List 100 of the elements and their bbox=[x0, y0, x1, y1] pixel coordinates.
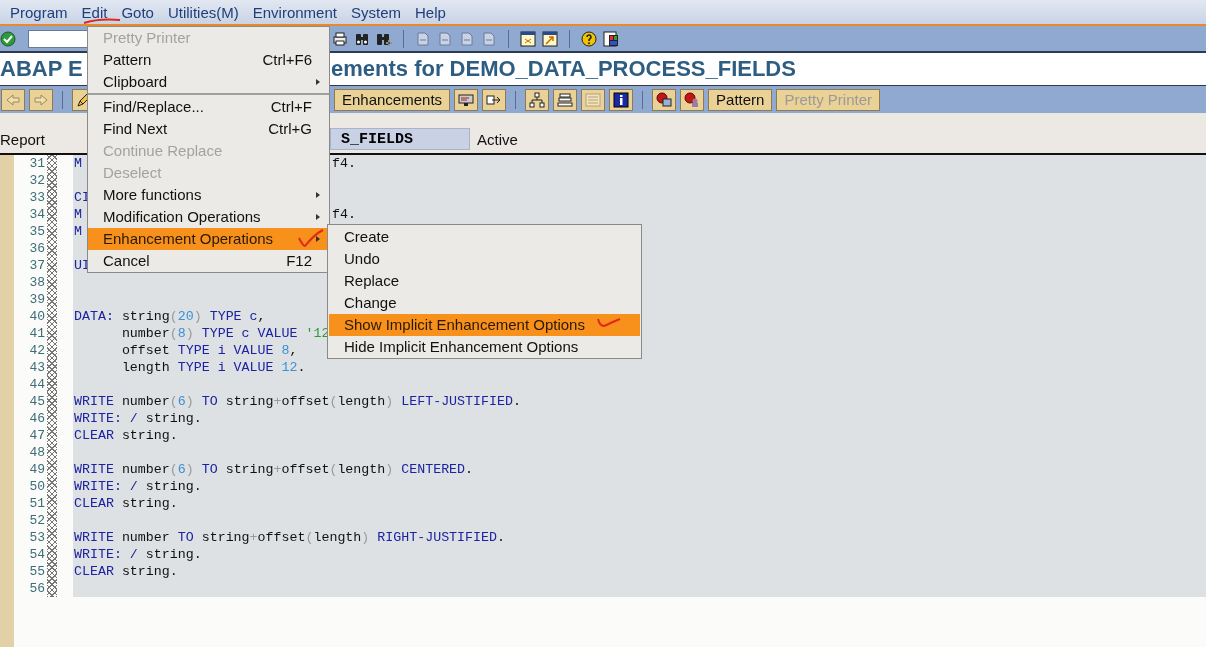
menu-bar-item[interactable]: Program bbox=[3, 3, 75, 21]
menu-item[interactable]: Change bbox=[329, 292, 640, 314]
menu-item[interactable]: Find/Replace... Ctrl+F bbox=[88, 96, 329, 118]
line-number: 38 bbox=[28, 274, 45, 291]
hierarchy-icon bbox=[529, 91, 546, 108]
line-number: 55 bbox=[28, 563, 45, 580]
line-number: 47 bbox=[28, 427, 45, 444]
code-line: WRITE: / string. bbox=[74, 410, 202, 427]
submenu-arrow-icon bbox=[316, 214, 320, 220]
line-number: 34 bbox=[28, 206, 45, 223]
shortcut-label: Ctrl+G bbox=[268, 119, 312, 139]
line-number: 41 bbox=[28, 325, 45, 342]
line-number: 44 bbox=[28, 376, 45, 393]
handwritten-underline-mark bbox=[83, 18, 121, 24]
code-line: CLEAR string. bbox=[74, 563, 178, 580]
back-button[interactable] bbox=[1, 88, 25, 111]
forward-arrow-icon bbox=[33, 91, 49, 108]
menu-bar-item[interactable]: Help bbox=[408, 3, 453, 21]
screen-title: ements for DEMO_DATA_PROCESS_FIELDS bbox=[331, 56, 796, 82]
code-line: WRITE number(6) TO string+offset(length) CENTERED. bbox=[74, 461, 474, 478]
submenu-arrow-icon bbox=[316, 79, 320, 85]
help-icon[interactable] bbox=[581, 30, 597, 47]
menu-item[interactable]: Hide Implicit Enhancement Options bbox=[329, 336, 640, 358]
line-number: 31 bbox=[28, 155, 45, 172]
menu-item[interactable]: Undo bbox=[329, 248, 640, 270]
command-field[interactable] bbox=[28, 29, 88, 48]
code-line: M bbox=[74, 206, 82, 223]
confirm-check-icon[interactable] bbox=[0, 30, 16, 47]
forward-button[interactable] bbox=[29, 88, 53, 111]
screen-title: ABAP E bbox=[0, 56, 83, 82]
program-name-field[interactable]: S_FIELDS bbox=[330, 128, 470, 150]
navigate-button[interactable] bbox=[482, 88, 507, 111]
info-button[interactable] bbox=[609, 88, 634, 111]
back-arrow-icon bbox=[5, 91, 21, 108]
line-number: 54 bbox=[28, 546, 45, 563]
stop-sign-icon bbox=[684, 91, 701, 108]
code-line: offset TYPE i VALUE 8, bbox=[120, 342, 298, 359]
window-icon[interactable] bbox=[520, 30, 536, 47]
line-number: 39 bbox=[28, 291, 45, 308]
color-palette-icon[interactable] bbox=[603, 30, 619, 47]
menu-item[interactable]: Create bbox=[329, 226, 640, 248]
line-number: 48 bbox=[28, 444, 45, 461]
pattern-button[interactable]: Pattern bbox=[708, 88, 773, 111]
menu-bar-item[interactable]: System bbox=[343, 3, 408, 21]
program-type-label: Report bbox=[0, 130, 46, 148]
code-line: CLEAR string. bbox=[74, 427, 178, 444]
stop-sign-icon bbox=[656, 91, 673, 108]
submenu-arrow-icon bbox=[316, 192, 320, 198]
submenu-arrow-icon bbox=[316, 236, 320, 242]
line-number: 56 bbox=[28, 580, 45, 597]
menu-item[interactable]: Enhancement Operations bbox=[88, 228, 329, 250]
line-number: 40 bbox=[28, 308, 45, 325]
code-line: WRITE number(6) TO string+offset(length) LEFT-JUSTIFIED. bbox=[74, 393, 521, 410]
menu-item[interactable]: Pattern Ctrl+F6 bbox=[88, 49, 329, 71]
shortcut-label: F12 bbox=[286, 251, 312, 271]
code-line: M bbox=[74, 223, 82, 240]
menu-item[interactable]: More functions bbox=[88, 184, 329, 206]
menu-bar-item[interactable]: Environment bbox=[245, 3, 344, 21]
line-number: 35 bbox=[28, 223, 45, 240]
line-number: 33 bbox=[28, 189, 45, 206]
menu-item[interactable]: Show Implicit Enhancement Options bbox=[329, 314, 640, 336]
display-button[interactable] bbox=[454, 88, 479, 111]
enhancements-button[interactable]: Enhancements bbox=[334, 88, 451, 111]
menu-item[interactable]: Cancel F12 bbox=[88, 250, 329, 272]
code-line: f4. bbox=[332, 206, 356, 223]
code-line: WRITE: / string. bbox=[74, 478, 202, 495]
handwritten-check-icon bbox=[298, 229, 324, 247]
line-number: 37 bbox=[28, 257, 45, 274]
stacked-layers-icon bbox=[557, 91, 574, 108]
line-number: 52 bbox=[28, 512, 45, 529]
code-line: DATA: string(20) TYPE c, bbox=[74, 308, 266, 325]
info-icon bbox=[613, 91, 630, 108]
menu-bar-item[interactable]: Goto bbox=[114, 3, 161, 21]
shortcut-label: Ctrl+F6 bbox=[262, 50, 312, 70]
line-number: 45 bbox=[28, 393, 45, 410]
status-label: Active bbox=[477, 130, 518, 148]
stop-user-button[interactable] bbox=[680, 88, 705, 111]
menu-item[interactable]: Find Next Ctrl+G bbox=[88, 118, 329, 140]
line-number: 53 bbox=[28, 529, 45, 546]
code-line: length TYPE i VALUE 12. bbox=[120, 359, 306, 376]
line-number: 32 bbox=[28, 172, 45, 189]
line-number: 51 bbox=[28, 495, 45, 512]
menu-bar-item[interactable]: Edit bbox=[74, 3, 115, 21]
stop-button[interactable] bbox=[652, 88, 677, 111]
hierarchy-button[interactable] bbox=[525, 88, 550, 111]
shortcut-label: Ctrl+F bbox=[270, 97, 312, 117]
menu-item[interactable]: Clipboard bbox=[88, 71, 329, 95]
monitor-icon bbox=[458, 91, 475, 108]
code-line: WRITE: / string. bbox=[74, 546, 202, 563]
line-number: 36 bbox=[28, 240, 45, 257]
menu-item[interactable]: Modification Operations bbox=[88, 206, 329, 228]
line-number: 42 bbox=[28, 342, 45, 359]
printer-icon[interactable] bbox=[332, 30, 348, 47]
stack-button[interactable] bbox=[553, 88, 578, 111]
menu-bar-item[interactable]: Utilities(M) bbox=[160, 3, 246, 21]
list-icon bbox=[585, 91, 602, 108]
code-line: CLEAR string. bbox=[74, 495, 178, 512]
line-number: 50 bbox=[28, 478, 45, 495]
menu-item[interactable]: Replace bbox=[329, 270, 640, 292]
line-number: 49 bbox=[28, 461, 45, 478]
